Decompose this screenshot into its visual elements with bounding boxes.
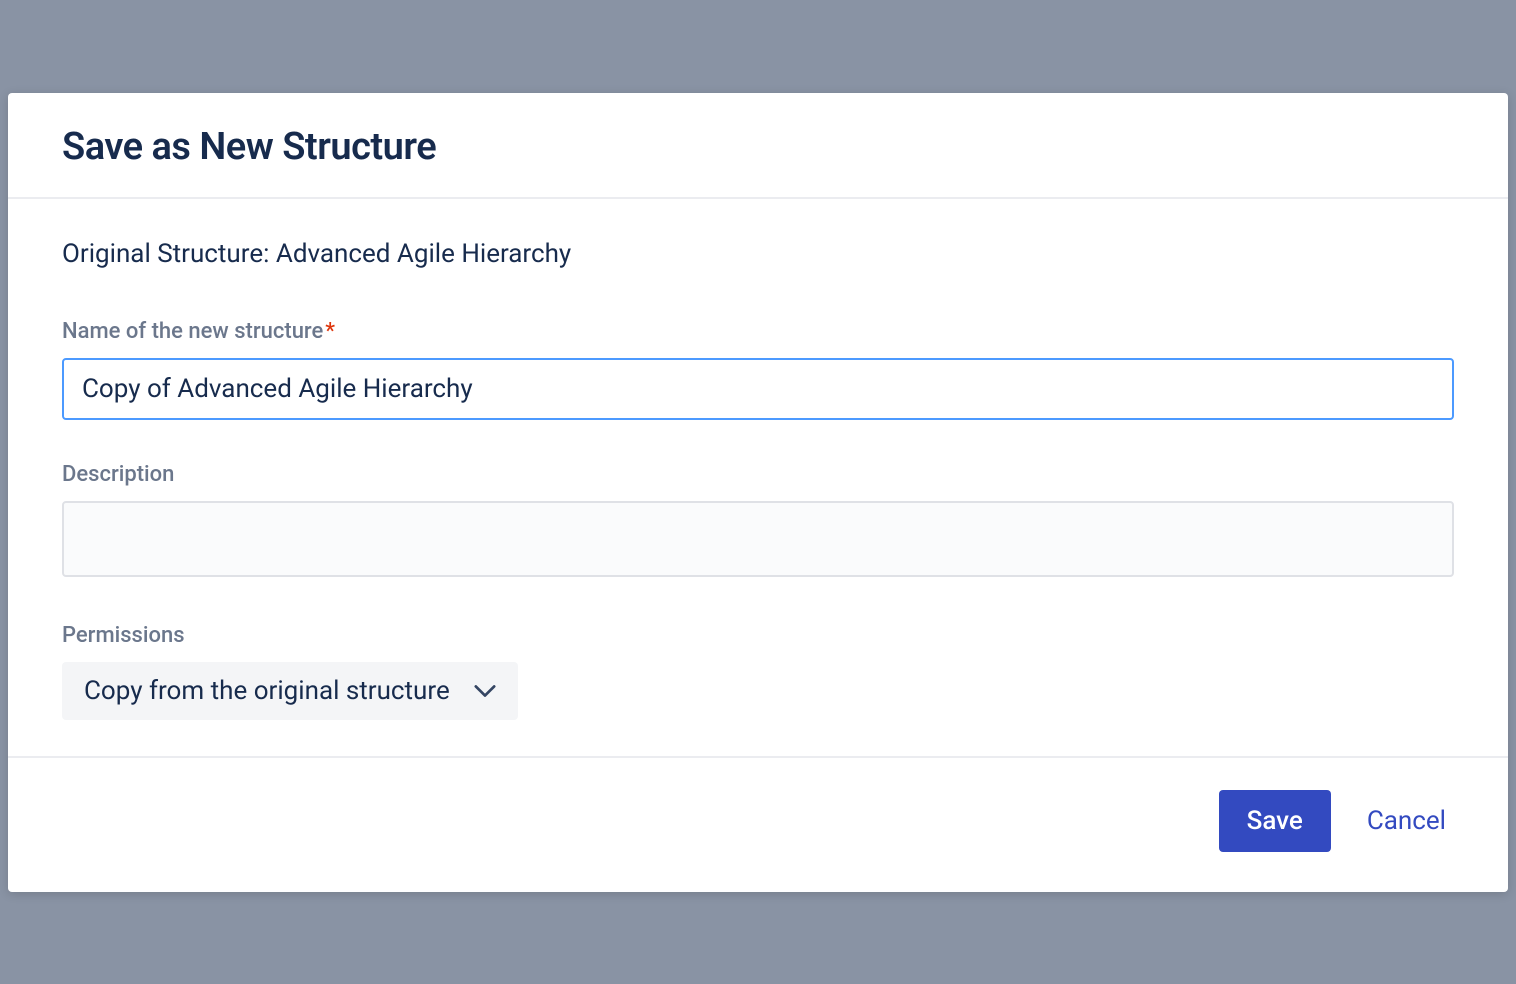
- cancel-button[interactable]: Cancel: [1359, 790, 1454, 852]
- description-field-group: Description: [62, 462, 1454, 581]
- description-input[interactable]: [62, 501, 1454, 577]
- dialog-title: Save as New Structure: [62, 125, 1454, 169]
- dialog-body: Original Structure: Advanced Agile Hiera…: [8, 199, 1508, 756]
- required-asterisk: *: [325, 319, 335, 344]
- original-structure-label: Original Structure: Advanced Agile Hiera…: [62, 239, 1454, 269]
- save-button[interactable]: Save: [1219, 790, 1331, 852]
- dialog-header: Save as New Structure: [8, 93, 1508, 199]
- dialog-footer: Save Cancel: [8, 756, 1508, 892]
- name-field-group: Name of the new structure*: [62, 319, 1454, 420]
- permissions-field-group: Permissions Copy from the original struc…: [62, 623, 1454, 720]
- description-field-label: Description: [62, 462, 1454, 487]
- name-field-label: Name of the new structure*: [62, 319, 1454, 344]
- permissions-select[interactable]: Copy from the original structure: [62, 662, 518, 720]
- chevron-down-icon: [474, 680, 496, 702]
- name-input[interactable]: [62, 358, 1454, 420]
- permissions-field-label: Permissions: [62, 623, 1454, 648]
- name-label-text: Name of the new structure: [62, 319, 323, 344]
- permissions-select-value: Copy from the original structure: [84, 676, 450, 706]
- save-as-new-structure-dialog: Save as New Structure Original Structure…: [8, 93, 1508, 892]
